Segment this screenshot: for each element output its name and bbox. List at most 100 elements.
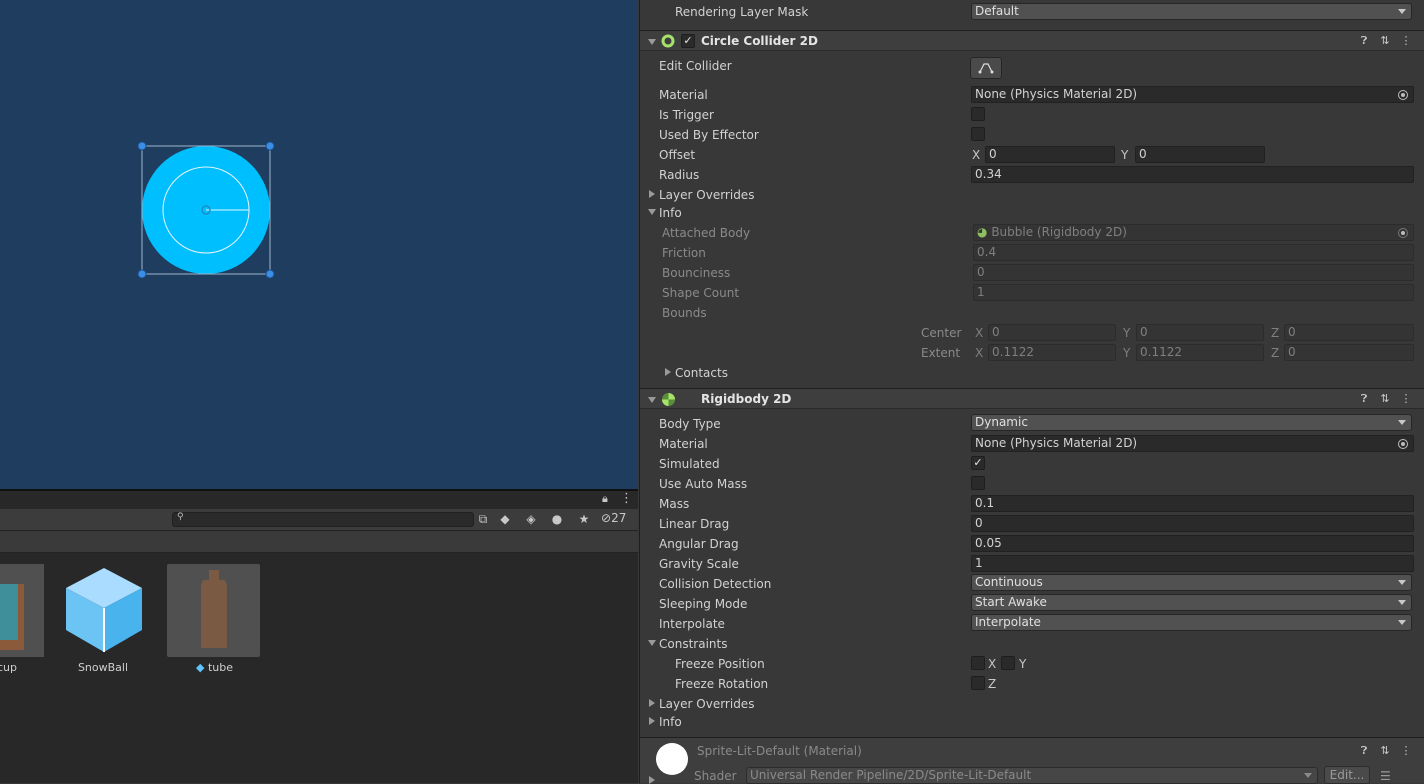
scene-view[interactable]: [0, 0, 638, 489]
foldout-arrow-icon[interactable]: [648, 397, 656, 403]
kebab-menu-icon[interactable]: ⋮: [620, 491, 633, 506]
simulated-checkbox[interactable]: ✓: [971, 456, 985, 470]
foldout-arrow-icon[interactable]: [649, 717, 655, 725]
presets-icon[interactable]: ⇅: [1378, 392, 1392, 406]
asset-item-tube[interactable]: [167, 564, 260, 657]
shader-label: Shader: [694, 769, 737, 783]
kebab-menu-icon[interactable]: ⋮: [1399, 392, 1413, 406]
shader-dropdown[interactable]: Universal Render Pipeline/2D/Sprite-Lit-…: [746, 767, 1318, 784]
circle-collider-header[interactable]: ✓ Circle Collider 2D ❓︎ ⇅ ⋮: [640, 30, 1424, 51]
search-by-type-icon[interactable]: ⧉: [474, 511, 492, 528]
info-label[interactable]: Info: [659, 206, 682, 220]
material-title: Sprite-Lit-Default (Material): [697, 744, 862, 758]
hidden-packages-toggle[interactable]: ⊘27: [601, 511, 626, 525]
collision-detection-dropdown[interactable]: Continuous: [971, 574, 1412, 591]
log-types-icon[interactable]: ●: [548, 511, 566, 528]
contacts-label[interactable]: Contacts: [675, 366, 728, 380]
kebab-menu-icon[interactable]: ⋮: [1399, 744, 1413, 758]
used-by-effector-label: Used By Effector: [659, 128, 759, 142]
foldout-arrow-icon[interactable]: [649, 190, 655, 198]
filter-by-label-icon[interactable]: ◈: [522, 511, 540, 528]
favorites-star-icon[interactable]: ★: [575, 511, 593, 528]
help-icon[interactable]: ❓︎: [1357, 744, 1371, 758]
material-label: Material: [659, 88, 708, 102]
interpolate-value: Interpolate: [975, 615, 1041, 629]
rigidbody-header[interactable]: Rigidbody 2D ❓︎ ⇅ ⋮: [640, 388, 1424, 409]
mass-field[interactable]: 0.1: [971, 495, 1414, 512]
layer-overrides-label[interactable]: Layer Overrides: [659, 188, 754, 202]
freeze-position-y-checkbox[interactable]: [1001, 656, 1015, 670]
tube-thumbnail-icon: [201, 570, 227, 648]
freeze-rotation-z-checkbox[interactable]: [971, 676, 985, 690]
presets-icon[interactable]: ⇅: [1378, 744, 1392, 758]
center-x-axis-label: X: [975, 326, 984, 340]
angular-drag-label: Angular Drag: [659, 537, 739, 551]
offset-x-field[interactable]: 0: [985, 146, 1115, 163]
asset-item-snowball[interactable]: [58, 564, 151, 657]
shader-edit-button[interactable]: Edit...: [1324, 766, 1370, 784]
sleeping-mode-dropdown[interactable]: Start Awake: [971, 594, 1412, 611]
foldout-arrow-icon[interactable]: [665, 368, 671, 376]
help-icon[interactable]: ❓︎: [1357, 392, 1371, 406]
object-picker-icon: [1398, 228, 1408, 238]
rb-material-value: None (Physics Material 2D): [975, 436, 1138, 450]
scene-canvas[interactable]: [0, 0, 638, 489]
center-z-axis-label: Z: [1271, 326, 1280, 340]
is-trigger-label: Is Trigger: [659, 108, 714, 122]
center-label: Center: [921, 326, 962, 340]
circle-collider-enabled-checkbox[interactable]: ✓: [681, 34, 695, 48]
foldout-arrow-icon[interactable]: [648, 209, 656, 215]
collider-material-field[interactable]: None (Physics Material 2D): [971, 86, 1414, 103]
object-picker-icon[interactable]: [1398, 439, 1408, 449]
filter-by-type-icon[interactable]: ◆: [496, 511, 514, 528]
radius-field[interactable]: 0.34: [971, 166, 1414, 183]
offset-x-axis-label: X: [972, 148, 981, 162]
is-trigger-checkbox[interactable]: [971, 107, 985, 121]
eye-slash-icon: ⊘: [601, 511, 612, 525]
freeze-position-x-checkbox[interactable]: [971, 656, 985, 670]
body-type-label: Body Type: [659, 417, 721, 431]
foldout-arrow-icon[interactable]: [648, 39, 656, 45]
use-auto-mass-checkbox[interactable]: [971, 476, 985, 490]
rb-layer-overrides-label[interactable]: Layer Overrides: [659, 697, 754, 711]
offset-y-field[interactable]: 0: [1135, 146, 1265, 163]
lock-icon[interactable]: 🔒︎: [602, 492, 608, 506]
foldout-arrow-icon[interactable]: [648, 640, 656, 646]
constraints-label[interactable]: Constraints: [659, 637, 727, 651]
rb-material-field[interactable]: None (Physics Material 2D): [971, 435, 1414, 452]
cup-thumbnail-icon: [0, 584, 24, 650]
collision-detection-value: Continuous: [975, 575, 1043, 589]
angular-drag-field[interactable]: 0.05: [971, 535, 1414, 552]
edit-collider-button[interactable]: [970, 57, 1002, 79]
rendering-layer-mask-label: Rendering Layer Mask: [675, 5, 809, 19]
gravity-scale-field[interactable]: 1: [971, 555, 1414, 572]
search-icon: ⚲: [177, 512, 184, 522]
rendering-layer-mask-dropdown[interactable]: Default: [971, 3, 1412, 20]
extent-x-axis-label: X: [975, 346, 984, 360]
help-icon[interactable]: ❓︎: [1357, 34, 1371, 48]
extent-z-field: 0: [1284, 344, 1414, 361]
linear-drag-field[interactable]: 0: [971, 515, 1414, 532]
material-header[interactable]: Sprite-Lit-Default (Material) ❓︎ ⇅ ⋮ Sha…: [640, 737, 1424, 784]
search-input[interactable]: ⚲: [172, 512, 474, 527]
attached-body-value: Bubble (Rigidbody 2D): [991, 225, 1127, 239]
asset-label-tube: ◆ tube: [196, 661, 233, 674]
linear-drag-label: Linear Drag: [659, 517, 730, 531]
edit-collider-label: Edit Collider: [659, 59, 732, 73]
object-picker-icon[interactable]: [1398, 90, 1408, 100]
list-menu-icon[interactable]: ☰: [1380, 769, 1391, 783]
extent-z-axis-label: Z: [1271, 346, 1280, 360]
presets-icon[interactable]: ⇅: [1378, 34, 1392, 48]
project-panel: 🔒︎ ⋮ ⚲ ⧉ ◆ ◈ ● ★ ⊘27 cup SnowBall ◆ tube: [0, 491, 638, 783]
interpolate-label: Interpolate: [659, 617, 725, 631]
foldout-arrow-icon[interactable]: [649, 699, 655, 707]
extent-x-field: 0.1122: [988, 344, 1116, 361]
project-toolbar: ⚲ ⧉ ◆ ◈ ● ★ ⊘27: [0, 509, 638, 531]
asset-item-cup[interactable]: [0, 564, 44, 657]
body-type-dropdown[interactable]: Dynamic: [971, 414, 1412, 431]
freeze-position-x-label: X: [988, 657, 997, 671]
kebab-menu-icon[interactable]: ⋮: [1399, 34, 1413, 48]
used-by-effector-checkbox[interactable]: [971, 127, 985, 141]
rb-info-label[interactable]: Info: [659, 715, 682, 729]
interpolate-dropdown[interactable]: Interpolate: [971, 614, 1412, 631]
